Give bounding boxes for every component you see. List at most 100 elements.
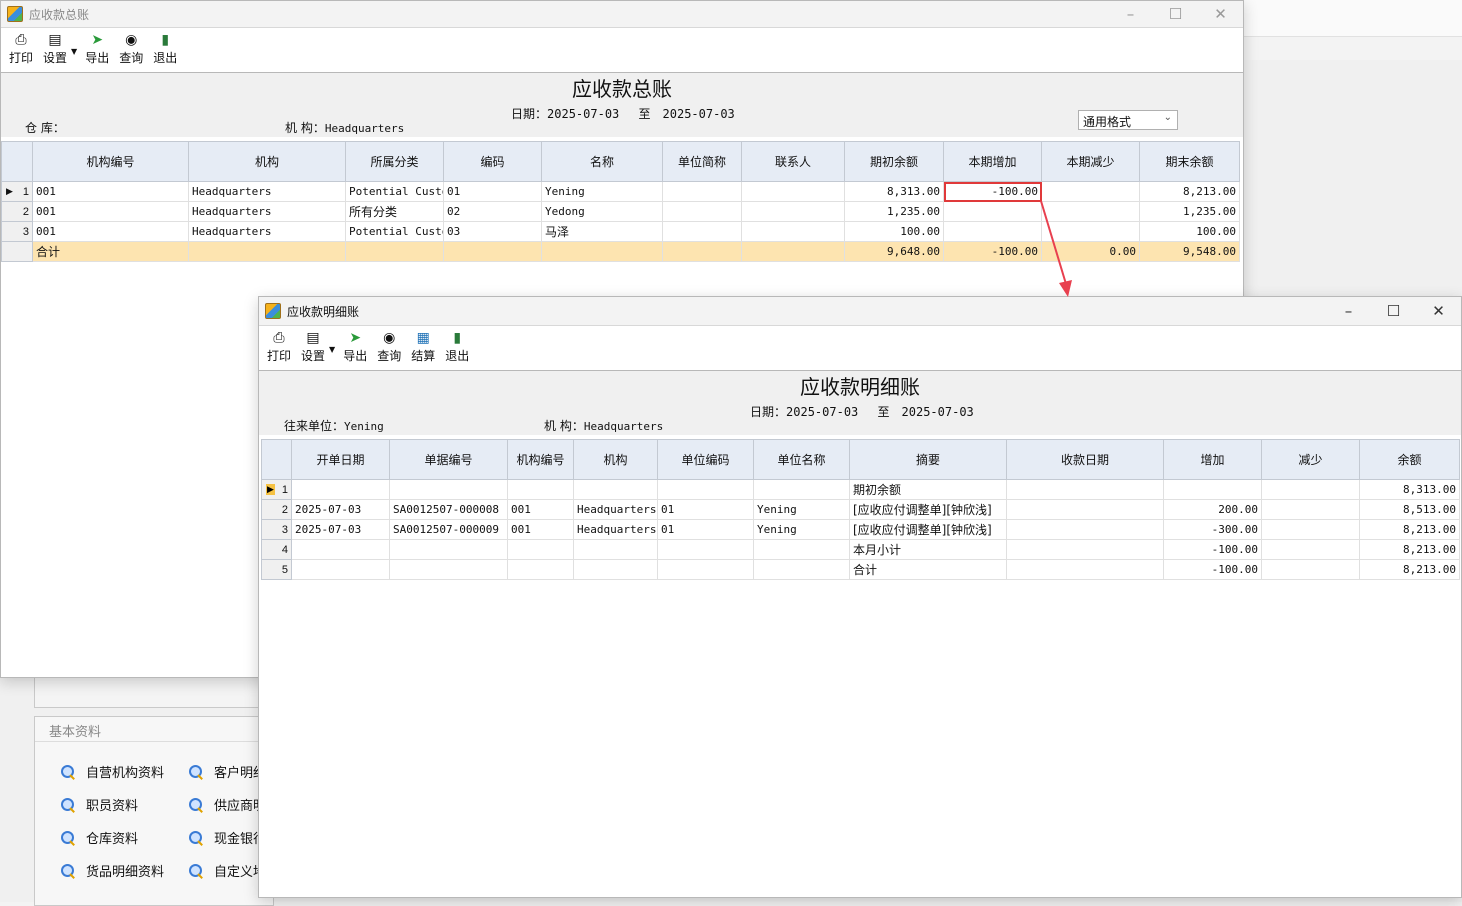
cell-org-code[interactable]: 001 — [32, 221, 189, 242]
cell-unit-name[interactable]: Yening — [753, 499, 850, 520]
cell-doc[interactable] — [389, 539, 508, 560]
cell-unit-code[interactable]: 01 — [657, 519, 754, 540]
cell-increase[interactable] — [943, 221, 1042, 242]
cell-org[interactable]: Headquarters — [573, 499, 658, 520]
column-header[interactable]: 收款日期 — [1006, 439, 1164, 480]
cell-date[interactable] — [291, 479, 390, 500]
cell-opening[interactable]: 100.00 — [844, 221, 944, 242]
cell-short[interactable] — [662, 201, 742, 222]
settle-button[interactable]: ▦ 结算 — [407, 330, 439, 364]
cell-category[interactable]: Potential Custom — [345, 221, 444, 242]
column-header[interactable]: 本期增加 — [943, 141, 1042, 182]
export-button[interactable]: ➤ 导出 — [81, 32, 113, 66]
cell-balance[interactable]: 8,213.00 — [1359, 539, 1460, 560]
cell-date[interactable]: 2025-07-03 — [291, 499, 390, 520]
link-warehouse[interactable]: 仓库资料 — [60, 828, 138, 847]
column-header[interactable]: 机构 — [188, 141, 346, 182]
cell-org[interactable] — [573, 539, 658, 560]
cell-balance[interactable]: 8,513.00 — [1359, 499, 1460, 520]
row-number[interactable]: 5 — [261, 559, 292, 580]
settings-dropdown-icon[interactable]: ▼ — [329, 345, 335, 354]
cell-name[interactable]: 马泽 — [541, 221, 663, 242]
cell-date[interactable] — [291, 539, 390, 560]
cell-date[interactable] — [291, 559, 390, 580]
cell-unit-code[interactable] — [657, 539, 754, 560]
cell-doc[interactable]: SA0012507-000008 — [389, 499, 508, 520]
cell-unit-name[interactable] — [753, 479, 850, 500]
column-header[interactable]: 单位名称 — [753, 439, 850, 480]
cell-name[interactable]: Yening — [541, 181, 663, 202]
cell-doc[interactable] — [389, 479, 508, 500]
cell-summary[interactable]: 本月小计 — [849, 539, 1007, 560]
table-row[interactable]: 3 001 Headquarters Potential Custom 03 马… — [1, 221, 1240, 242]
row-number[interactable]: 2 — [261, 499, 292, 520]
column-header[interactable]: 减少 — [1261, 439, 1360, 480]
cell-name[interactable]: Yedong — [541, 201, 663, 222]
cell-decrease[interactable] — [1261, 519, 1360, 540]
cell-pay-date[interactable] — [1006, 499, 1164, 520]
table-row[interactable]: ▶1 001 Headquarters Potential Custom 01 … — [1, 181, 1240, 202]
cell-summary[interactable]: [应收应付调整单][钟欣浅] — [849, 499, 1007, 520]
close-button[interactable]: ✕ — [1198, 1, 1243, 27]
column-header[interactable]: 期末余额 — [1139, 141, 1240, 182]
print-button[interactable]: ⎙ 打印 — [263, 330, 295, 364]
column-header[interactable]: 单位简称 — [662, 141, 742, 182]
close-button[interactable]: ✕ — [1416, 297, 1461, 325]
cell-org-code[interactable]: 001 — [507, 519, 574, 540]
settings-button[interactable]: ▤ 设置 — [297, 330, 329, 364]
query-button[interactable]: ◉ 查询 — [373, 330, 405, 364]
cell-balance[interactable]: 8,213.00 — [1359, 519, 1460, 540]
cell-increase[interactable]: -300.00 — [1163, 519, 1262, 540]
table-row[interactable]: 3 2025-07-03 SA0012507-000009 001 Headqu… — [261, 519, 1460, 540]
cell-category[interactable]: Potential Custom — [345, 181, 444, 202]
cell-increase[interactable]: -100.00 — [943, 181, 1042, 202]
cell-org[interactable] — [573, 479, 658, 500]
cell-org[interactable]: Headquarters — [188, 201, 346, 222]
cell-closing[interactable]: 100.00 — [1139, 221, 1240, 242]
column-header[interactable]: 单据编号 — [389, 439, 508, 480]
cell-short[interactable] — [662, 221, 742, 242]
cell-code[interactable]: 03 — [443, 221, 542, 242]
cell-doc[interactable] — [389, 559, 508, 580]
column-header[interactable]: 名称 — [541, 141, 663, 182]
cell-unit-code[interactable] — [657, 559, 754, 580]
cell-decrease[interactable] — [1261, 479, 1360, 500]
column-header[interactable]: 机构编号 — [507, 439, 574, 480]
row-number[interactable]: 3 — [1, 221, 33, 242]
column-header[interactable]: 编码 — [443, 141, 542, 182]
cell-contact[interactable] — [741, 221, 845, 242]
link-self-org[interactable]: 自营机构资料 — [60, 762, 164, 781]
link-goods[interactable]: 货品明细资料 — [60, 861, 164, 880]
cell-doc[interactable]: SA0012507-000009 — [389, 519, 508, 540]
cell-decrease[interactable] — [1041, 221, 1140, 242]
cell-contact[interactable] — [741, 181, 845, 202]
table-row[interactable]: 5 合计 -100.00 8,213.00 — [261, 559, 1460, 580]
column-header[interactable]: 联系人 — [741, 141, 845, 182]
link-cash-bank[interactable]: 现金银行 — [188, 828, 266, 847]
cell-summary[interactable]: 期初余额 — [849, 479, 1007, 500]
cell-increase[interactable] — [1163, 479, 1262, 500]
column-header[interactable]: 机构编号 — [32, 141, 189, 182]
cell-org[interactable]: Headquarters — [573, 519, 658, 540]
cell-pay-date[interactable] — [1006, 539, 1164, 560]
print-button[interactable]: ⎙ 打印 — [5, 32, 37, 66]
cell-unit-code[interactable] — [657, 479, 754, 500]
cell-closing[interactable]: 8,213.00 — [1139, 181, 1240, 202]
cell-unit-name[interactable] — [753, 559, 850, 580]
cell-org[interactable] — [573, 559, 658, 580]
cell-contact[interactable] — [741, 201, 845, 222]
maximize-button[interactable]: ☐ — [1153, 1, 1198, 27]
column-header[interactable]: 摘要 — [849, 439, 1007, 480]
cell-increase[interactable]: -100.00 — [1163, 559, 1262, 580]
column-header[interactable]: 期初余额 — [844, 141, 944, 182]
cell-short[interactable] — [662, 181, 742, 202]
cell-org[interactable]: Headquarters — [188, 221, 346, 242]
minimize-button[interactable]: – — [1108, 1, 1153, 27]
maximize-button[interactable]: ☐ — [1371, 297, 1416, 325]
settings-button[interactable]: ▤ 设置 — [39, 32, 71, 66]
cell-code[interactable]: 02 — [443, 201, 542, 222]
table-row[interactable]: 2 001 Headquarters 所有分类 02 Yedong 1,235.… — [1, 201, 1240, 222]
column-header[interactable]: 增加 — [1163, 439, 1262, 480]
cell-decrease[interactable] — [1261, 539, 1360, 560]
settings-dropdown-icon[interactable]: ▼ — [71, 47, 77, 56]
